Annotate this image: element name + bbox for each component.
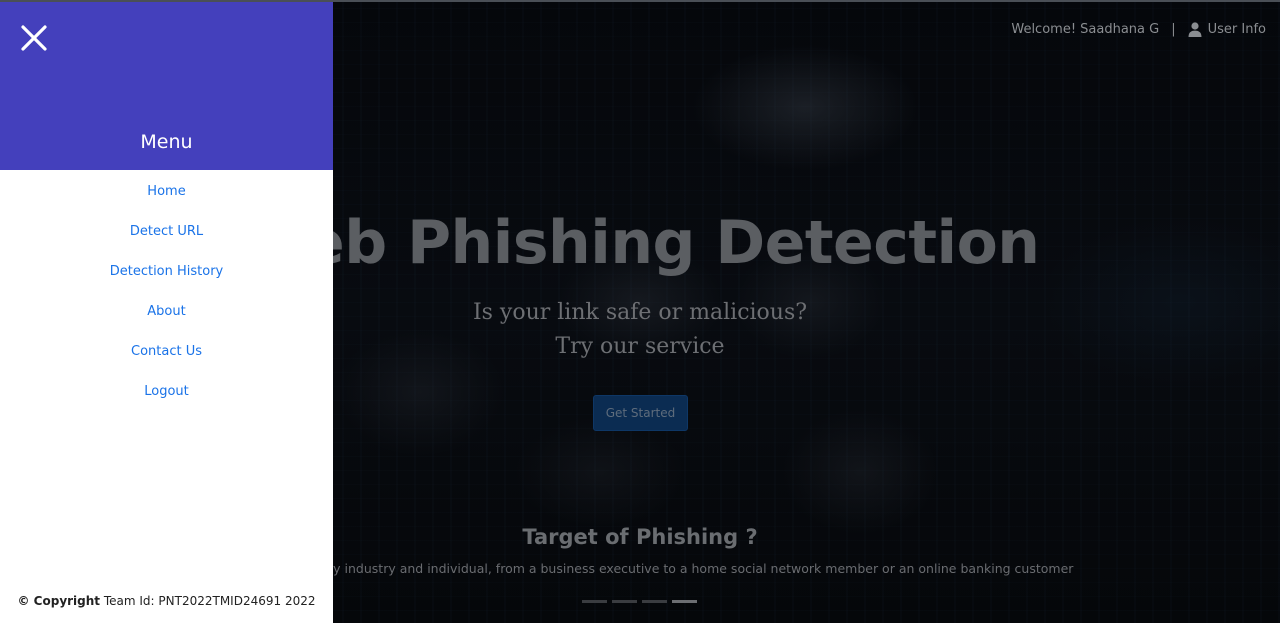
user-info-label: User Info (1207, 22, 1266, 37)
user-icon (1188, 22, 1202, 37)
welcome-text: Welcome! Saadhana G (1011, 22, 1160, 37)
carousel-indicator-2[interactable] (612, 600, 637, 603)
topbar-separator: | (1171, 22, 1176, 37)
nav-link-logout[interactable]: Logout (144, 384, 189, 399)
nav-link-contact-us[interactable]: Contact Us (131, 344, 202, 359)
page: Welcome! Saadhana G | User Info Web Phis… (0, 0, 1280, 623)
close-icon[interactable] (20, 24, 48, 52)
nav-link-detect-url[interactable]: Detect URL (130, 224, 203, 239)
menu-title: Menu (140, 131, 193, 153)
sidebar: Menu Home Detect URL Detection History A… (0, 2, 333, 623)
nav-link-home[interactable]: Home (147, 184, 185, 199)
carousel-indicator-4[interactable] (672, 600, 697, 603)
nav-item-detect-url: Detect URL (0, 220, 333, 260)
user-info-link[interactable]: User Info (1188, 22, 1266, 37)
copyright: © Copyright Team Id: PNT2022TMID24691 20… (0, 594, 333, 608)
carousel-indicators (582, 600, 697, 603)
nav-item-logout: Logout (0, 380, 333, 420)
topbar: Welcome! Saadhana G | User Info (1011, 22, 1266, 37)
copyright-label: © Copyright (17, 594, 101, 608)
nav-item-contact-us: Contact Us (0, 340, 333, 380)
nav-link-detection-history[interactable]: Detection History (110, 264, 224, 279)
nav-item-about: About (0, 300, 333, 340)
copyright-text: Team Id: PNT2022TMID24691 2022 (100, 594, 316, 608)
nav-link-about[interactable]: About (147, 304, 185, 319)
nav-item-detection-history: Detection History (0, 260, 333, 300)
carousel-indicator-3[interactable] (642, 600, 667, 603)
sidebar-nav: Home Detect URL Detection History About … (0, 180, 333, 420)
nav-item-home: Home (0, 180, 333, 220)
get-started-button[interactable]: Get Started (593, 395, 688, 431)
sidebar-header: Menu (0, 2, 333, 170)
carousel-indicator-1[interactable] (582, 600, 607, 603)
